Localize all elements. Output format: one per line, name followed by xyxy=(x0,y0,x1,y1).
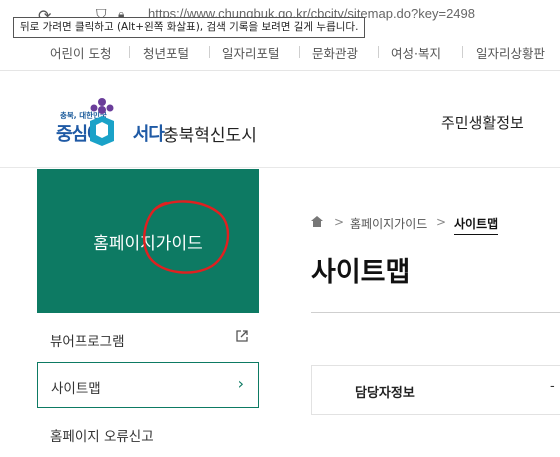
utility-nav-link[interactable]: 문화관광 xyxy=(312,43,358,62)
logo-text-right: 서다 xyxy=(132,124,165,145)
utility-nav-link[interactable]: 여성·복지 xyxy=(391,43,441,62)
sidebar-item-error-report[interactable]: 홈페이지 오류신고 xyxy=(37,411,259,457)
breadcrumb-current: 사이트맵 xyxy=(454,215,499,235)
chevron-right-icon: › xyxy=(237,374,244,393)
utility-nav-link[interactable]: 일자리포털 xyxy=(222,43,280,62)
sidebar-item-label: 사이트맵 xyxy=(51,381,101,397)
main-menu-item[interactable]: 주민생활정보 xyxy=(441,112,524,133)
sidebar-item-sitemap[interactable]: 사이트맵 › xyxy=(37,362,259,408)
manager-info-label: 담당자정보 xyxy=(355,386,415,401)
logo-emblem-icon xyxy=(90,98,114,146)
breadcrumb-separator: > xyxy=(436,215,447,229)
breadcrumb-item[interactable]: 홈페이지가이드 xyxy=(350,215,427,232)
divider xyxy=(462,46,463,58)
utility-nav-link[interactable]: 청년포털 xyxy=(143,43,189,62)
page-title: 사이트맵 xyxy=(311,257,411,288)
manager-info-box: 담당자정보 - xyxy=(311,365,560,415)
divider xyxy=(299,46,300,58)
manager-info-value: - xyxy=(550,379,555,394)
sidebar-item-viewer[interactable]: 뷰어프로그램 xyxy=(37,316,259,362)
home-icon[interactable] xyxy=(311,216,323,227)
external-link-icon xyxy=(236,330,248,342)
red-annotation-circle xyxy=(143,200,230,274)
divider xyxy=(311,312,560,313)
divider xyxy=(378,46,379,58)
utility-nav-link[interactable]: 일자리상황판 xyxy=(476,43,545,62)
utility-nav-link[interactable]: 어린이 도청 xyxy=(50,43,111,62)
utility-nav: 어린이 도청 청년포털 일자리포털 문화관광 여성·복지 일자리상황판 xyxy=(0,34,560,71)
divider xyxy=(209,46,210,58)
sidebar-item-label: 뷰어프로그램 xyxy=(50,334,125,350)
divider xyxy=(129,46,130,58)
breadcrumb-separator: > xyxy=(334,215,345,229)
back-button-tooltip: 뒤로 가려면 클릭하고 (Alt+왼쪽 화살표), 검색 기록을 보려면 길게 … xyxy=(13,17,366,38)
sidebar-item-label: 홈페이지 오류신고 xyxy=(50,429,154,445)
logo-site-name[interactable]: 충북혁신도시 xyxy=(163,121,257,146)
